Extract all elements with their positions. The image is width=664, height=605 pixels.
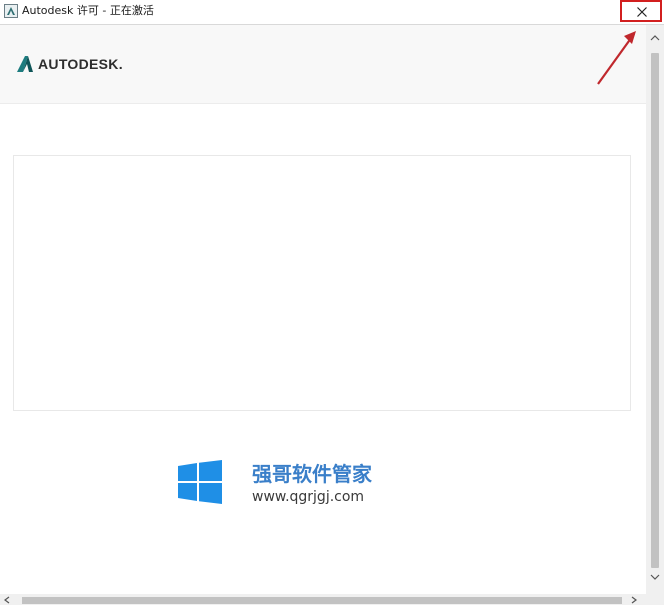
title-bar: Autodesk 许可 - 正在激活 [0,0,664,25]
close-button[interactable] [620,0,662,22]
watermark-url: www.qgrjgj.com [252,489,365,505]
horizontal-scrollbar[interactable] [0,594,646,605]
autodesk-app-icon [4,4,18,18]
vertical-scroll-thumb[interactable] [651,53,659,568]
scrollbar-corner [646,594,664,605]
window-title: Autodesk 许可 - 正在激活 [22,4,154,17]
close-icon [637,7,647,17]
scroll-up-icon[interactable] [650,35,660,41]
scroll-right-icon[interactable] [631,596,637,604]
autodesk-logo-mark-icon [17,56,33,72]
windows-logo-icon [178,460,222,504]
horizontal-scroll-thumb[interactable] [22,597,622,604]
scroll-left-icon[interactable] [4,596,10,604]
annotation-arrow-icon [597,31,636,85]
watermark: 强哥软件管家 www.qgrjgj.com [178,458,438,508]
activation-content-panel [13,155,631,411]
scroll-down-icon[interactable] [650,574,660,580]
watermark-title: 强哥软件管家 [252,462,372,486]
autodesk-logo-text: AUTODESK. [38,56,123,72]
autodesk-header: AUTODESK. [0,25,646,104]
autodesk-license-window: Autodesk 许可 - 正在激活 AUTODESK. 强哥软件管家 www.… [0,0,664,605]
vertical-scrollbar[interactable] [646,25,664,594]
